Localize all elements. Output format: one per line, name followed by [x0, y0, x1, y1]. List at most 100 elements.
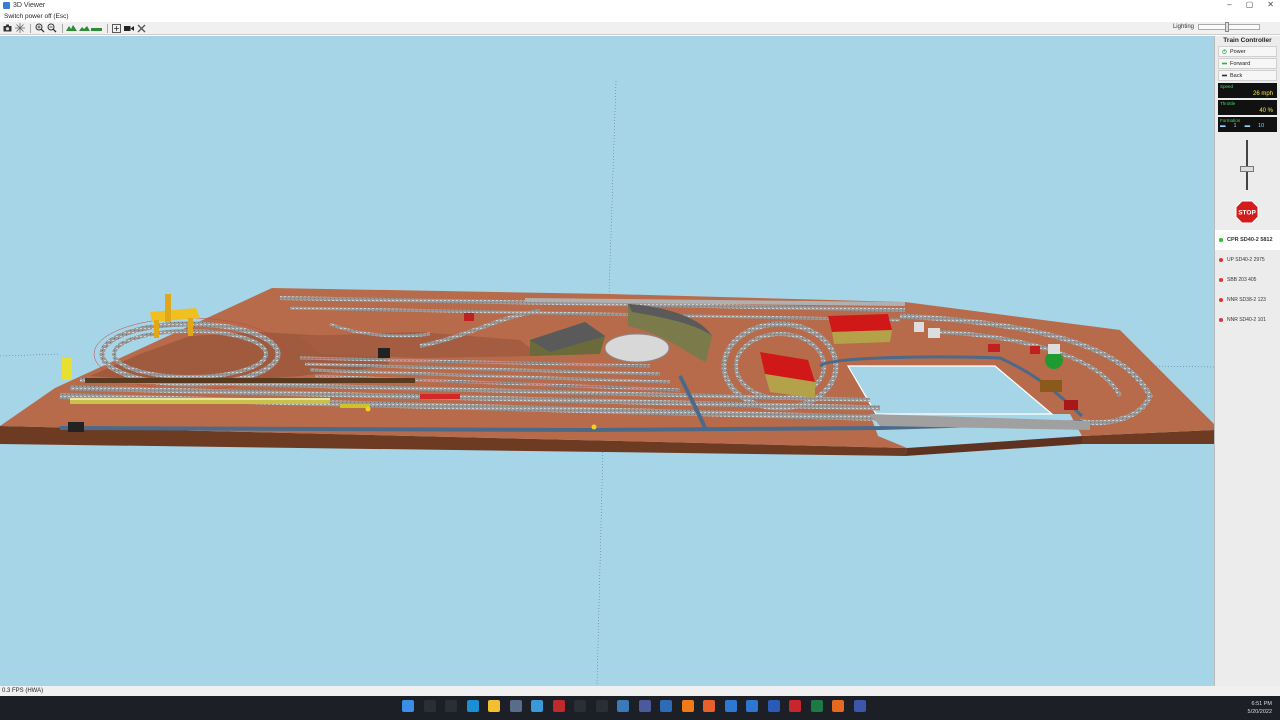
- acrobat-icon[interactable]: [789, 700, 801, 712]
- baseboard-side: [905, 436, 1082, 456]
- locomotive-item[interactable]: UP SD40-2 2975: [1215, 250, 1280, 270]
- tunnel-portal: [378, 348, 390, 358]
- car: [365, 406, 371, 412]
- lighting-control: Lighting: [1172, 22, 1260, 32]
- stop-button[interactable]: STOP: [1235, 200, 1259, 224]
- clock[interactable]: 6:51 PM 5/20/2022: [1248, 700, 1272, 716]
- power-label: Power: [1230, 48, 1246, 55]
- throttle-label: Throttle: [1220, 101, 1236, 106]
- axis-guide: [608, 80, 617, 295]
- title-bar: 3D Viewer – ▢ ✕: [0, 0, 1280, 11]
- terrain-view-1-icon[interactable]: [66, 23, 77, 34]
- app-blue-icon[interactable]: [531, 700, 543, 712]
- axis-guide: [1149, 365, 1214, 368]
- panel-header: Train Controller: [1223, 37, 1272, 44]
- toolbar-separator: [30, 23, 31, 33]
- back-button[interactable]: Back: [1218, 70, 1277, 81]
- throttle-slider[interactable]: [1215, 140, 1280, 192]
- zoom-out-icon[interactable]: [47, 23, 58, 34]
- car-count-icon: ▬: [1244, 123, 1251, 129]
- app-circle-icon[interactable]: [638, 700, 651, 712]
- status-dot-icon: [1219, 278, 1223, 282]
- back-label: Back: [1230, 72, 1243, 79]
- formation-counts: ▬ 1 ▬ 10: [1220, 123, 1275, 129]
- toolbar-separator: [106, 23, 108, 33]
- status-dot-icon: [1219, 298, 1223, 302]
- clock-date: 5/20/2022: [1247, 709, 1272, 715]
- edge-icon[interactable]: [466, 700, 479, 712]
- small-building: [464, 313, 474, 321]
- menu-bar: Switch power off (Esc): [0, 11, 1280, 21]
- locomotive-item[interactable]: NNR SD38-2 123: [1215, 290, 1280, 310]
- locomotive-name: CPR SD40-2 5812: [1227, 237, 1273, 243]
- speed-value: 26 mph: [1252, 91, 1273, 97]
- file-explorer-icon[interactable]: [488, 700, 500, 712]
- throttle-value: 40 %: [1259, 108, 1273, 114]
- locomotive-item[interactable]: SBB 203 405: [1215, 270, 1280, 290]
- locomotive-item[interactable]: NNR SD40-2 101: [1215, 310, 1280, 330]
- compass-icon[interactable]: [15, 23, 26, 34]
- status-dot-icon: [1219, 238, 1223, 242]
- task-view-icon[interactable]: [445, 700, 457, 712]
- power-button[interactable]: Power: [1218, 46, 1277, 57]
- todo-icon[interactable]: [746, 700, 758, 712]
- locomotive-item[interactable]: CPR SD40-2 5812: [1215, 230, 1280, 250]
- app-doc-icon[interactable]: [660, 700, 672, 712]
- throttle-knob[interactable]: [1240, 166, 1254, 173]
- layout-scene: [0, 80, 1214, 686]
- terrain-view-2-icon[interactable]: [78, 23, 90, 34]
- locomotive-list: CPR SD40-2 5812 UP SD40-2 2975 SBB 203 405…: [1215, 230, 1280, 330]
- lighting-slider-thumb[interactable]: [1225, 22, 1230, 32]
- settings-icon[interactable]: [136, 23, 147, 34]
- 3d-viewport[interactable]: [0, 36, 1214, 686]
- camera-icon[interactable]: [2, 23, 13, 34]
- app-red-icon[interactable]: [552, 700, 565, 712]
- signal-bridge: [62, 358, 72, 380]
- small-building: [988, 344, 1000, 352]
- train-app-icon[interactable]: [853, 700, 866, 712]
- app-q-icon[interactable]: [574, 700, 586, 712]
- axis-guide: [0, 353, 61, 357]
- locomotive-name: UP SD40-2 2975: [1227, 257, 1265, 263]
- close-button[interactable]: ✕: [1267, 0, 1274, 9]
- axis-guide: [596, 445, 604, 686]
- power-icon: [1222, 49, 1227, 54]
- windows-start-icon[interactable]: [402, 700, 414, 712]
- lighting-label: Lighting: [1172, 24, 1194, 30]
- status-dot-icon: [1219, 258, 1223, 262]
- forward-button[interactable]: Forward: [1218, 58, 1277, 69]
- window-controls: – ▢ ✕: [1227, 0, 1274, 9]
- clock-time: 6:51 PM: [1251, 701, 1272, 707]
- fit-icon[interactable]: [111, 23, 122, 34]
- app-square-icon[interactable]: [595, 700, 608, 712]
- turntable: [604, 333, 670, 363]
- firefox-icon[interactable]: [832, 700, 844, 712]
- locomotive-name: SBB 203 405: [1227, 277, 1257, 283]
- locomotive-name: NNR SD40-2 101: [1227, 317, 1266, 323]
- zoom-in-icon[interactable]: [34, 23, 45, 34]
- video-icon[interactable]: [123, 23, 134, 34]
- tunnel-portal: [68, 422, 84, 432]
- minimize-button[interactable]: –: [1227, 0, 1231, 9]
- app-teal-icon[interactable]: [617, 700, 629, 712]
- calculator-icon[interactable]: [509, 700, 522, 712]
- search-icon[interactable]: [423, 700, 436, 712]
- forward-label: Forward: [1230, 60, 1251, 67]
- vlc-icon[interactable]: [681, 700, 694, 712]
- small-building: [1048, 344, 1060, 354]
- toolbar: [0, 22, 1280, 35]
- lighting-slider[interactable]: [1198, 22, 1260, 32]
- car-count: 10: [1258, 123, 1265, 129]
- terrain-view-3-icon[interactable]: [91, 23, 102, 34]
- loco-count: 1: [1233, 123, 1237, 129]
- locomotive-name: NNR SD38-2 123: [1227, 297, 1266, 303]
- maximize-button[interactable]: ▢: [1246, 0, 1254, 9]
- mail-icon[interactable]: [724, 700, 737, 712]
- excel-icon[interactable]: [810, 700, 823, 712]
- status-dot-icon: [1219, 318, 1223, 322]
- speed-display: Speed 26 mph: [1218, 83, 1277, 98]
- power-hint-menu[interactable]: Switch power off (Esc): [4, 13, 69, 20]
- word-icon[interactable]: [767, 700, 780, 712]
- app-orange-icon[interactable]: [703, 700, 715, 712]
- small-building: [1030, 346, 1040, 354]
